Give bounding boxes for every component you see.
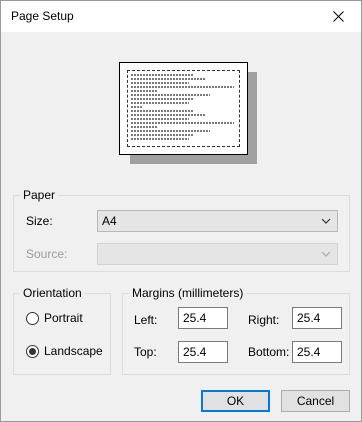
right-margin-input[interactable] — [292, 307, 342, 329]
page-setup-dialog: Page Setup Paper Size: A4 Source: Orient… — [0, 0, 362, 422]
bottom-margin-label: Bottom: — [248, 345, 290, 359]
preview-sample-text — [131, 74, 236, 140]
close-button[interactable] — [315, 1, 361, 32]
bottom-margin-input[interactable] — [292, 341, 342, 363]
orientation-group: Orientation — [13, 286, 111, 375]
top-margin-input[interactable] — [178, 341, 228, 363]
paper-group-label: Paper — [20, 188, 59, 202]
landscape-radio[interactable]: Landscape — [26, 344, 103, 358]
orientation-group-label: Orientation — [20, 286, 85, 300]
source-dropdown[interactable] — [97, 243, 338, 265]
portrait-radio[interactable]: Portrait — [26, 311, 83, 325]
title-bar: Page Setup — [1, 1, 361, 32]
source-label: Source: — [26, 247, 68, 261]
page-preview — [119, 62, 248, 155]
ok-button[interactable]: OK — [201, 390, 270, 412]
close-icon — [332, 11, 344, 22]
preview-margin-outline — [127, 70, 240, 147]
left-margin-input[interactable] — [178, 307, 228, 329]
dialog-title: Page Setup — [11, 9, 74, 23]
size-label: Size: — [26, 214, 53, 228]
margins-group-label: Margins (millimeters) — [129, 286, 247, 300]
cancel-button[interactable]: Cancel — [281, 390, 350, 412]
landscape-label: Landscape — [44, 344, 103, 358]
cancel-button-label: Cancel — [296, 394, 335, 408]
chevron-down-icon — [321, 251, 331, 257]
radio-button-selected[interactable] — [26, 344, 39, 358]
right-margin-label: Right: — [248, 313, 280, 327]
portrait-label: Portrait — [44, 311, 83, 325]
ok-button-label: OK — [226, 394, 245, 408]
radio-button[interactable] — [26, 311, 39, 325]
left-margin-label: Left: — [134, 313, 158, 327]
top-margin-label: Top: — [134, 345, 157, 359]
size-value: A4 — [102, 214, 117, 228]
size-dropdown[interactable]: A4 — [97, 210, 338, 232]
chevron-down-icon — [321, 218, 331, 224]
